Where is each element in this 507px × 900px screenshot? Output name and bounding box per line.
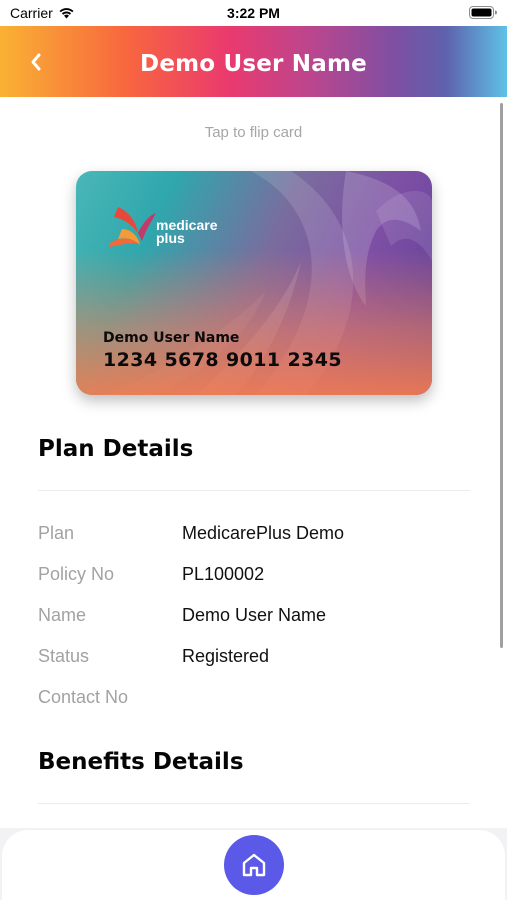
scroll-content[interactable]: Tap to flip card medicare plus Demo User… — [0, 97, 507, 828]
card-brand-line2: plus — [156, 230, 185, 246]
home-icon — [242, 853, 266, 877]
home-button[interactable] — [224, 835, 284, 895]
status-bar: Carrier 3:22 PM — [0, 0, 507, 26]
detail-row-contact-no: Contact No — [38, 687, 478, 715]
card-brand-name: medicare plus — [156, 218, 217, 246]
detail-value: Demo User Name — [182, 605, 327, 625]
detail-value: Registered — [182, 646, 270, 666]
card-number: 1234 5678 9011 2345 — [103, 349, 342, 371]
card-holder-name: Demo User Name — [103, 330, 240, 346]
detail-row-name: Name Demo User Name — [38, 605, 478, 633]
plan-details-title: Plan Details — [38, 436, 194, 462]
detail-label: Name — [38, 605, 87, 625]
detail-value: MedicarePlus Demo — [182, 523, 345, 543]
battery-icon — [469, 6, 497, 19]
benefits-details-divider — [38, 803, 470, 804]
detail-label: Status — [38, 646, 90, 666]
flip-card-hint: Tap to flip card — [204, 124, 303, 141]
detail-value: PL100002 — [182, 564, 265, 584]
detail-label: Policy No — [38, 564, 115, 584]
status-time: 3:22 PM — [227, 5, 280, 21]
detail-row-status: Status Registered — [38, 646, 478, 674]
page-title: Demo User Name — [140, 51, 367, 77]
benefits-details-title: Benefits Details — [38, 749, 244, 775]
membership-card[interactable]: medicare plus Demo User Name 1234 5678 9… — [76, 171, 432, 395]
plan-details-divider — [38, 490, 470, 491]
detail-row-plan: Plan MedicarePlus Demo — [38, 523, 478, 551]
detail-row-policy-no: Policy No PL100002 — [38, 564, 478, 592]
detail-label: Contact No — [38, 687, 129, 707]
detail-label: Plan — [38, 523, 75, 543]
scrollbar[interactable] — [500, 103, 503, 648]
header-bar: Demo User Name — [0, 26, 507, 97]
